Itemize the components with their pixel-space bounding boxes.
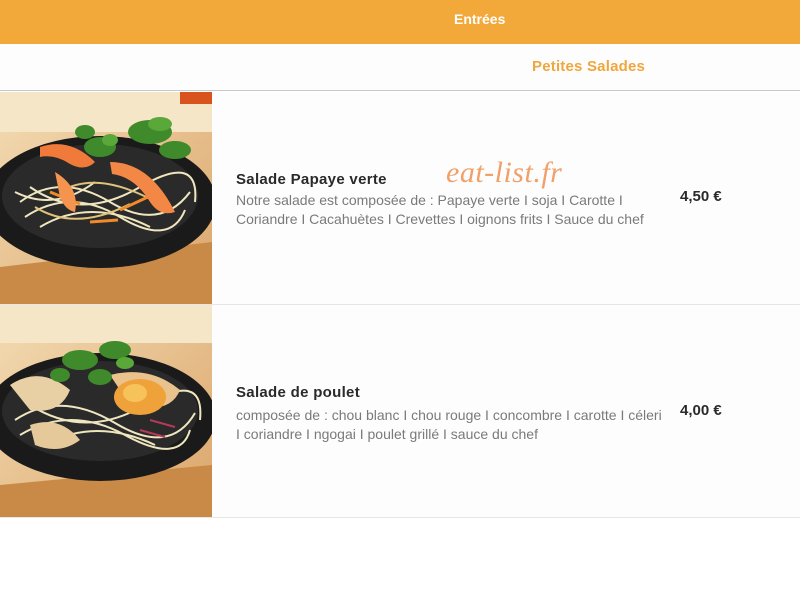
- dish-photo: [0, 305, 212, 517]
- header-bar: Entrées: [0, 0, 800, 44]
- dish-price: 4,50 €: [680, 188, 722, 205]
- dish-photo: [0, 92, 212, 304]
- dish-price: 4,00 €: [680, 402, 722, 419]
- section-title: Petites Salades: [532, 58, 646, 75]
- dish-description: Notre salade est composée de : Papaye ve…: [236, 192, 644, 227]
- dish-description: composée de : chou blanc I chou rouge I …: [236, 407, 662, 442]
- page-title: Entrées: [454, 11, 506, 27]
- menu-item[interactable]: Salade de poulet composée de : chou blan…: [0, 305, 800, 518]
- menu-item[interactable]: Salade Papaye verte Notre salade est com…: [0, 92, 800, 305]
- dish-name: Salade de poulet: [236, 384, 360, 401]
- watermark-text: eat-list.fr: [446, 156, 563, 189]
- section-header: Petites Salades: [0, 44, 800, 91]
- dish-name: Salade Papaye verte: [236, 171, 387, 188]
